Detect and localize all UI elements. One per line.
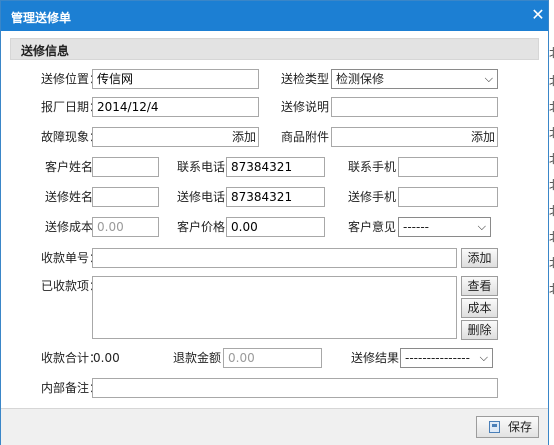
repair-cost-input[interactable]: 0.00 [92,217,159,237]
refund-amount-input[interactable]: 0.00 [223,348,322,368]
repair-location-input[interactable]: 传信网 [92,69,259,89]
chevron-down-icon: ⌵ [477,220,486,233]
background-text: 北 [549,124,554,141]
total-received-label: 收款合计： [41,351,102,365]
save-button[interactable]: 保存 [476,416,539,438]
customer-opinion-value: ------ [403,220,429,234]
repair-result-value: --------------- [405,351,470,365]
background-text: 北 [549,202,554,219]
background-text: 北 [549,254,554,271]
customer-name-input[interactable] [92,157,159,177]
total-received-value: 0.00 [93,351,120,365]
dialog-footer: 保存 [1,408,548,445]
sender-mobile-input[interactable] [398,187,498,207]
factory-date-input[interactable]: 2014/12/4 [92,97,259,117]
sender-phone-input[interactable]: 87384321 [226,187,325,207]
contact-phone-input[interactable]: 87384321 [226,157,325,177]
background-page [549,0,554,445]
inspection-type-select[interactable]: 检测保修 ⌵ [331,69,498,89]
accessories-input[interactable]: 添加 [331,127,498,147]
dialog-title: 管理送修单 [11,11,72,25]
dialog-titlebar[interactable]: 管理送修单 ✕ [1,1,548,31]
fault-add-link[interactable]: 添加 [232,128,256,146]
fault-input[interactable]: 添加 [92,127,259,147]
received-items-list[interactable] [92,276,457,339]
background-text: 北 [549,44,554,61]
background-text: 北 [549,72,554,89]
delete-button[interactable]: 删除 [461,320,498,340]
repair-note-input[interactable] [331,97,498,117]
background-text: 北 [549,176,554,193]
repair-result-select[interactable]: --------------- ⌵ [400,348,493,368]
receipt-no-input[interactable] [92,248,457,268]
repair-order-dialog: 管理送修单 ✕ 送修信息 送修位置： 传信网 送检类型： 检测保修 ⌵ 报厂日期… [0,0,549,445]
background-text: 北 [549,98,554,115]
view-button[interactable]: 查看 [461,276,498,296]
customer-opinion-select[interactable]: ------ ⌵ [398,217,491,237]
background-text: 北 [549,280,554,297]
section-title: 送修信息 [21,44,70,58]
background-text: 北 [549,228,554,245]
section-header: 送修信息 [10,38,539,60]
save-icon [489,421,500,433]
chevron-down-icon: ⌵ [479,351,488,364]
background-text: 北 [549,150,554,167]
internal-note-input[interactable] [92,378,498,398]
save-button-label: 保存 [508,420,533,434]
cost-button[interactable]: 成本 [461,298,498,318]
inspection-type-value: 检测保修 [336,72,385,86]
receipt-add-button[interactable]: 添加 [461,248,498,268]
customer-price-input[interactable]: 0.00 [226,217,325,237]
accessories-add-link[interactable]: 添加 [471,128,495,146]
close-icon[interactable]: ✕ [529,6,547,24]
sender-name-input[interactable] [92,187,159,207]
chevron-down-icon: ⌵ [484,72,493,85]
contact-mobile-input[interactable] [398,157,498,177]
